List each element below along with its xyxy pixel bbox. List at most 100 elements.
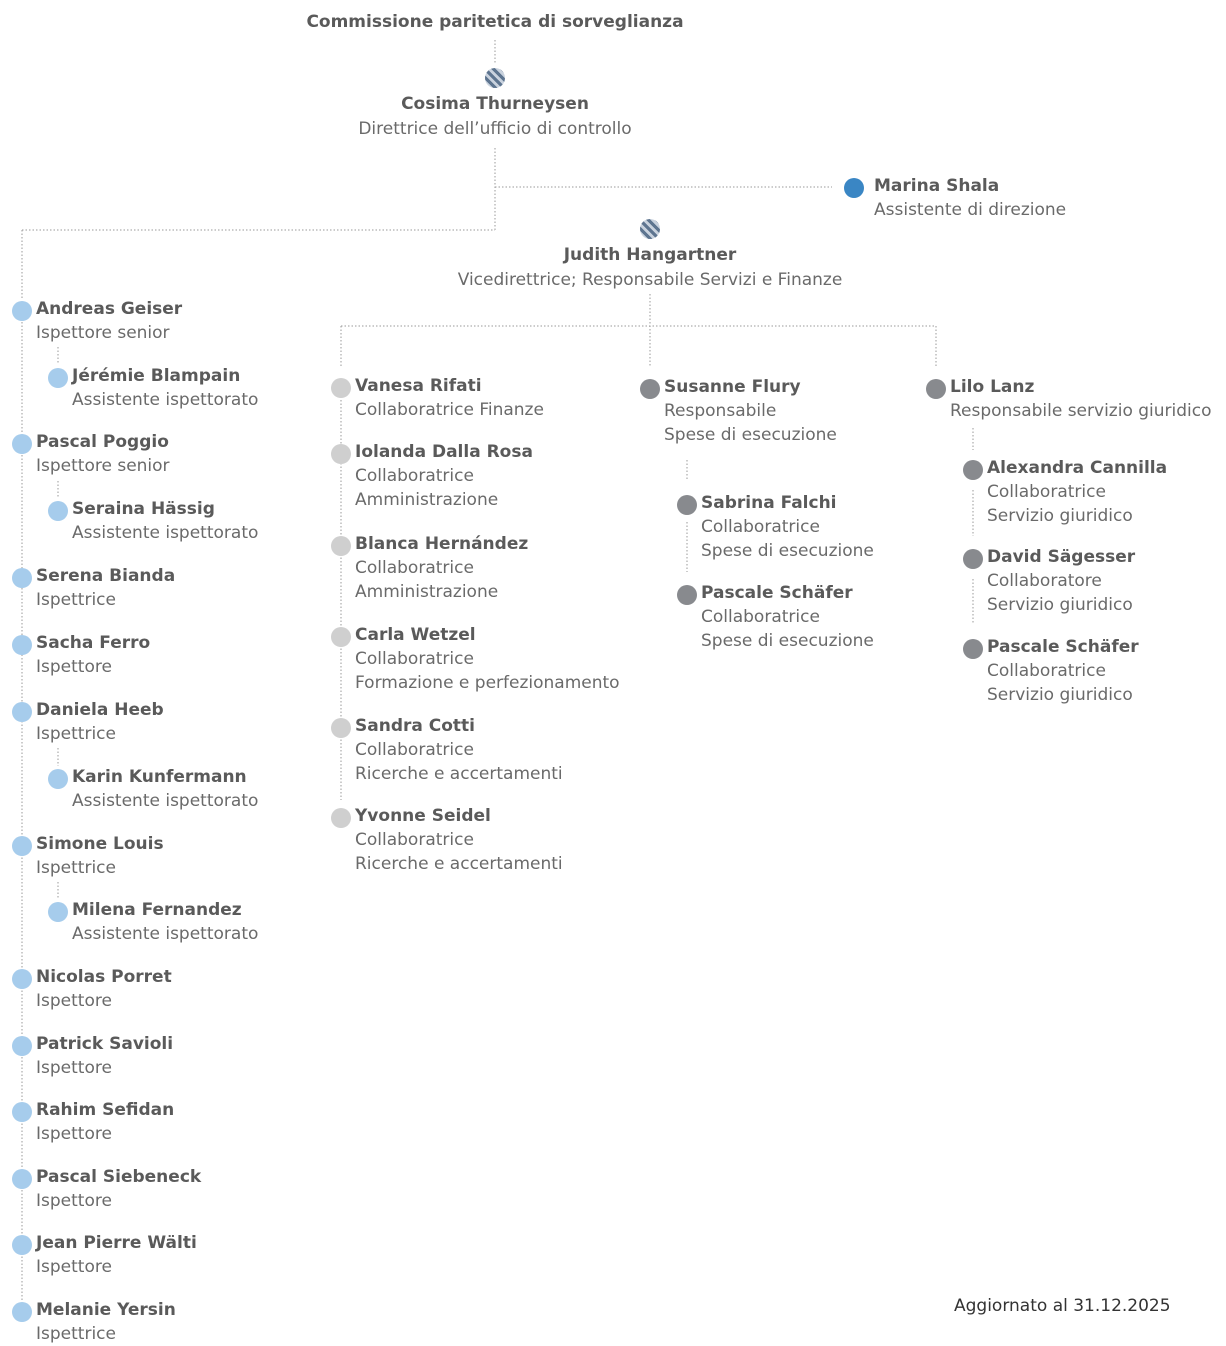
person-dot-icon bbox=[12, 969, 32, 989]
person-dot-icon bbox=[963, 639, 983, 659]
person-role: Ispettrice bbox=[36, 858, 116, 878]
person-role: Assistente ispettorato bbox=[72, 791, 259, 811]
person-dot-icon bbox=[331, 718, 351, 738]
person-dot-icon bbox=[331, 627, 351, 647]
person-dot-icon bbox=[331, 444, 351, 464]
person-role: Collaboratrice bbox=[701, 517, 820, 537]
deputy-name: Judith Hangartner bbox=[563, 245, 737, 265]
person-name: Sandra Cotti bbox=[355, 716, 475, 736]
person-name: Jean Pierre Wälti bbox=[36, 1233, 197, 1253]
person-name: Pascale Schäfer bbox=[987, 637, 1139, 657]
person-name: Nicolas Porret bbox=[36, 967, 172, 987]
board-title: Commissione paritetica di sorveglianza bbox=[306, 12, 684, 32]
person-role: Collaboratrice bbox=[355, 740, 474, 760]
person-role: Collaboratrice bbox=[701, 607, 820, 627]
person-role: Collaboratore bbox=[987, 571, 1102, 591]
person-role: Spese di esecuzione bbox=[701, 541, 874, 561]
person-role: Ispettrice bbox=[36, 590, 116, 610]
person-role: Servizio giuridico bbox=[987, 685, 1133, 705]
person-role: Spese di esecuzione bbox=[701, 631, 874, 651]
hatched-dot-icon bbox=[485, 68, 505, 88]
person-role: Collaboratrice bbox=[355, 830, 474, 850]
person-role: Collaboratrice bbox=[355, 649, 474, 669]
deputy-node: Judith Hangartner Vicedirettrice; Respon… bbox=[440, 219, 860, 293]
person-dot-icon bbox=[331, 808, 351, 828]
person-name: Sacha Ferro bbox=[36, 633, 151, 653]
person-name: Pascal Poggio bbox=[36, 432, 169, 452]
person-dot-icon bbox=[12, 635, 32, 655]
person-role: Ispettrice bbox=[36, 1324, 116, 1344]
person-dot-icon bbox=[963, 460, 983, 480]
person-role: Ispettore bbox=[36, 657, 112, 677]
person-role: Ispettore bbox=[36, 991, 112, 1011]
director-node: Cosima Thurneysen Direttrice dell’uffici… bbox=[345, 68, 645, 142]
deputy-role: Vicedirettrice; Responsabile Servizi e F… bbox=[457, 270, 843, 290]
person-name: Patrick Savioli bbox=[36, 1034, 174, 1054]
person-dot-icon bbox=[12, 1235, 32, 1255]
person-name: Simone Louis bbox=[36, 834, 164, 854]
person-name: Vanesa Rifati bbox=[355, 376, 482, 396]
person-role: Ispettrice bbox=[36, 724, 116, 744]
person-dot-icon bbox=[12, 702, 32, 722]
person-role: Collaboratrice bbox=[987, 661, 1106, 681]
person-role: Servizio giuridico bbox=[987, 595, 1133, 615]
person-name: Susanne Flury bbox=[664, 377, 801, 397]
person-name: Sabrina Falchi bbox=[701, 493, 837, 513]
person-dot-icon bbox=[640, 379, 660, 399]
person-role: Formazione e perfezionamento bbox=[355, 673, 620, 693]
person-name: Carla Wetzel bbox=[355, 625, 476, 645]
person-dot-icon bbox=[12, 568, 32, 588]
person-dot-icon bbox=[963, 549, 983, 569]
person-role: Responsabile servizio giuridico bbox=[950, 401, 1212, 421]
person-name: David Sägesser bbox=[987, 547, 1136, 567]
person-dot-icon bbox=[12, 434, 32, 454]
person-dot-icon bbox=[48, 902, 68, 922]
person-role: Collaboratrice bbox=[987, 482, 1106, 502]
person-dot-icon bbox=[12, 1302, 32, 1322]
person-role: Collaboratrice Finanze bbox=[355, 400, 544, 420]
person-dot-icon bbox=[331, 378, 351, 398]
person-role: Ricerche e accertamenti bbox=[355, 764, 563, 784]
person-dot-icon bbox=[12, 1169, 32, 1189]
person-dot-icon bbox=[12, 836, 32, 856]
person-role: Assistente ispettorato bbox=[72, 523, 259, 543]
person-name: Jérémie Blampain bbox=[72, 366, 241, 386]
person-name: Daniela Heeb bbox=[36, 700, 164, 720]
person-role: Ispettore senior bbox=[36, 323, 170, 343]
person-role: Ispettore bbox=[36, 1191, 112, 1211]
assistant-role: Assistente di direzione bbox=[874, 200, 1067, 220]
person-dot-icon bbox=[926, 379, 946, 399]
person-name: Karin Kunfermann bbox=[72, 767, 247, 787]
person-dot-icon bbox=[331, 536, 351, 556]
person-name: Melanie Yersin bbox=[36, 1300, 176, 1320]
person-dot-icon bbox=[844, 178, 864, 198]
person-role: Assistente ispettorato bbox=[72, 390, 259, 410]
person-name: Iolanda Dalla Rosa bbox=[355, 442, 533, 462]
person-name: Andreas Geiser bbox=[36, 299, 183, 319]
person-name: Pascale Schäfer bbox=[701, 583, 853, 603]
person-dot-icon bbox=[677, 495, 697, 515]
person-name: Rahim Sefidan bbox=[36, 1100, 175, 1120]
person-name: Blanca Hernández bbox=[355, 534, 529, 554]
person-name: Alexandra Cannilla bbox=[987, 458, 1168, 478]
director-name: Cosima Thurneysen bbox=[401, 94, 589, 114]
person-role: Ispettore bbox=[36, 1058, 112, 1078]
person-role: Ispettore senior bbox=[36, 456, 170, 476]
director-role: Direttrice dell’ufficio di controllo bbox=[358, 119, 632, 139]
person-role: Amministrazione bbox=[355, 582, 499, 602]
person-name: Lilo Lanz bbox=[950, 377, 1035, 397]
person-role: Responsabile bbox=[664, 401, 777, 421]
person-dot-icon bbox=[12, 1036, 32, 1056]
person-role: Servizio giuridico bbox=[987, 506, 1133, 526]
person-name: Serena Bianda bbox=[36, 566, 176, 586]
person-role: Ispettore bbox=[36, 1124, 112, 1144]
person-role: Ispettore bbox=[36, 1257, 112, 1277]
assistant-name: Marina Shala bbox=[874, 176, 1000, 196]
person-role: Assistente ispettorato bbox=[72, 924, 259, 944]
person-role: Collaboratrice bbox=[355, 558, 474, 578]
person-dot-icon bbox=[677, 585, 697, 605]
person-dot-icon bbox=[48, 368, 68, 388]
hatched-dot-icon bbox=[640, 219, 660, 239]
person-name: Yvonne Seidel bbox=[355, 806, 491, 826]
person-role: Ricerche e accertamenti bbox=[355, 854, 563, 874]
